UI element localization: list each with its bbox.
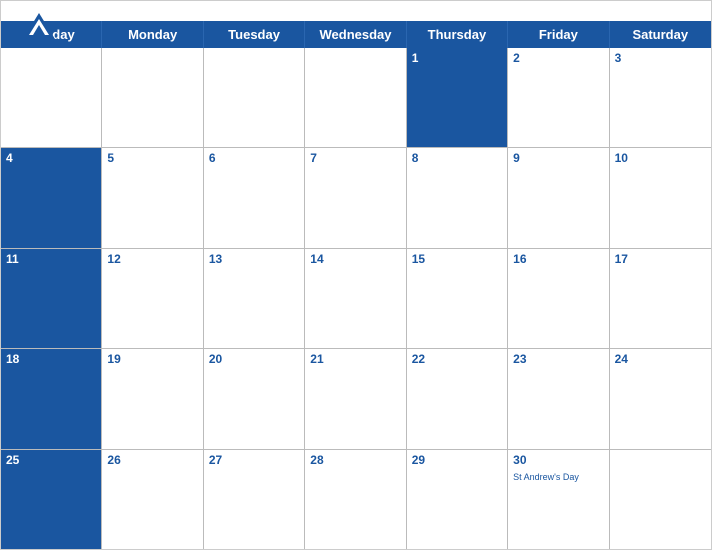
date-cell-19: 19 bbox=[102, 349, 203, 448]
date-number: 6 bbox=[204, 148, 304, 168]
empty-cell bbox=[204, 48, 305, 147]
date-number: 3 bbox=[610, 48, 711, 68]
date-cell-25: 25 bbox=[1, 450, 102, 549]
calendar: SundayMondayTuesdayWednesdayThursdayFrid… bbox=[0, 0, 712, 550]
date-cell-2: 2 bbox=[508, 48, 609, 147]
date-cell-1: 1 bbox=[407, 48, 508, 147]
date-number: 17 bbox=[610, 249, 711, 269]
date-number: 1 bbox=[407, 48, 507, 68]
date-cell-3: 3 bbox=[610, 48, 711, 147]
date-number: 30 bbox=[508, 450, 608, 470]
day-header-wednesday: Wednesday bbox=[305, 21, 406, 48]
calendar-grid: 1234567891011121314151617181920212223242… bbox=[1, 48, 711, 549]
date-number: 2 bbox=[508, 48, 608, 68]
date-cell-13: 13 bbox=[204, 249, 305, 348]
date-number: 28 bbox=[305, 450, 405, 470]
date-cell-12: 12 bbox=[102, 249, 203, 348]
day-header-thursday: Thursday bbox=[407, 21, 508, 48]
date-cell-20: 20 bbox=[204, 349, 305, 448]
date-number: 26 bbox=[102, 450, 202, 470]
empty-cell bbox=[305, 48, 406, 147]
date-cell-5: 5 bbox=[102, 148, 203, 247]
date-number: 21 bbox=[305, 349, 405, 369]
date-number: 10 bbox=[610, 148, 711, 168]
calendar-header bbox=[1, 1, 711, 21]
date-number: 19 bbox=[102, 349, 202, 369]
day-headers: SundayMondayTuesdayWednesdayThursdayFrid… bbox=[1, 21, 711, 48]
date-number: 5 bbox=[102, 148, 202, 168]
week-row-1: 123 bbox=[1, 48, 711, 148]
date-cell-15: 15 bbox=[407, 249, 508, 348]
date-number: 29 bbox=[407, 450, 507, 470]
date-cell-6: 6 bbox=[204, 148, 305, 247]
date-number: 24 bbox=[610, 349, 711, 369]
logo-icon bbox=[21, 11, 57, 41]
day-header-friday: Friday bbox=[508, 21, 609, 48]
date-number: 12 bbox=[102, 249, 202, 269]
date-cell-18: 18 bbox=[1, 349, 102, 448]
day-header-tuesday: Tuesday bbox=[204, 21, 305, 48]
date-cell-17: 17 bbox=[610, 249, 711, 348]
date-cell-30: 30St Andrew's Day bbox=[508, 450, 609, 549]
date-cell-10: 10 bbox=[610, 148, 711, 247]
date-number: 7 bbox=[305, 148, 405, 168]
date-number: 13 bbox=[204, 249, 304, 269]
date-number: 27 bbox=[204, 450, 304, 470]
date-cell-29: 29 bbox=[407, 450, 508, 549]
date-cell-9: 9 bbox=[508, 148, 609, 247]
date-number: 11 bbox=[1, 249, 101, 269]
date-number: 15 bbox=[407, 249, 507, 269]
day-header-saturday: Saturday bbox=[610, 21, 711, 48]
date-cell-14: 14 bbox=[305, 249, 406, 348]
week-row-2: 45678910 bbox=[1, 148, 711, 248]
date-cell-22: 22 bbox=[407, 349, 508, 448]
date-cell-11: 11 bbox=[1, 249, 102, 348]
date-number: 16 bbox=[508, 249, 608, 269]
date-number: 18 bbox=[1, 349, 101, 369]
date-number: 20 bbox=[204, 349, 304, 369]
date-number: 25 bbox=[1, 450, 101, 470]
date-cell-7: 7 bbox=[305, 148, 406, 247]
date-cell-21: 21 bbox=[305, 349, 406, 448]
date-number: 22 bbox=[407, 349, 507, 369]
date-number: 23 bbox=[508, 349, 608, 369]
week-row-3: 11121314151617 bbox=[1, 249, 711, 349]
date-cell-4: 4 bbox=[1, 148, 102, 247]
day-header-monday: Monday bbox=[102, 21, 203, 48]
empty-cell bbox=[610, 450, 711, 549]
holiday-label: St Andrew's Day bbox=[508, 470, 608, 484]
date-number: 9 bbox=[508, 148, 608, 168]
empty-cell bbox=[102, 48, 203, 147]
date-cell-23: 23 bbox=[508, 349, 609, 448]
empty-cell bbox=[1, 48, 102, 147]
logo bbox=[21, 11, 61, 41]
week-row-5: 252627282930St Andrew's Day bbox=[1, 450, 711, 549]
date-cell-26: 26 bbox=[102, 450, 203, 549]
date-cell-8: 8 bbox=[407, 148, 508, 247]
date-cell-16: 16 bbox=[508, 249, 609, 348]
date-cell-24: 24 bbox=[610, 349, 711, 448]
week-row-4: 18192021222324 bbox=[1, 349, 711, 449]
date-number: 8 bbox=[407, 148, 507, 168]
date-cell-27: 27 bbox=[204, 450, 305, 549]
date-number: 14 bbox=[305, 249, 405, 269]
date-cell-28: 28 bbox=[305, 450, 406, 549]
date-number: 4 bbox=[1, 148, 101, 168]
